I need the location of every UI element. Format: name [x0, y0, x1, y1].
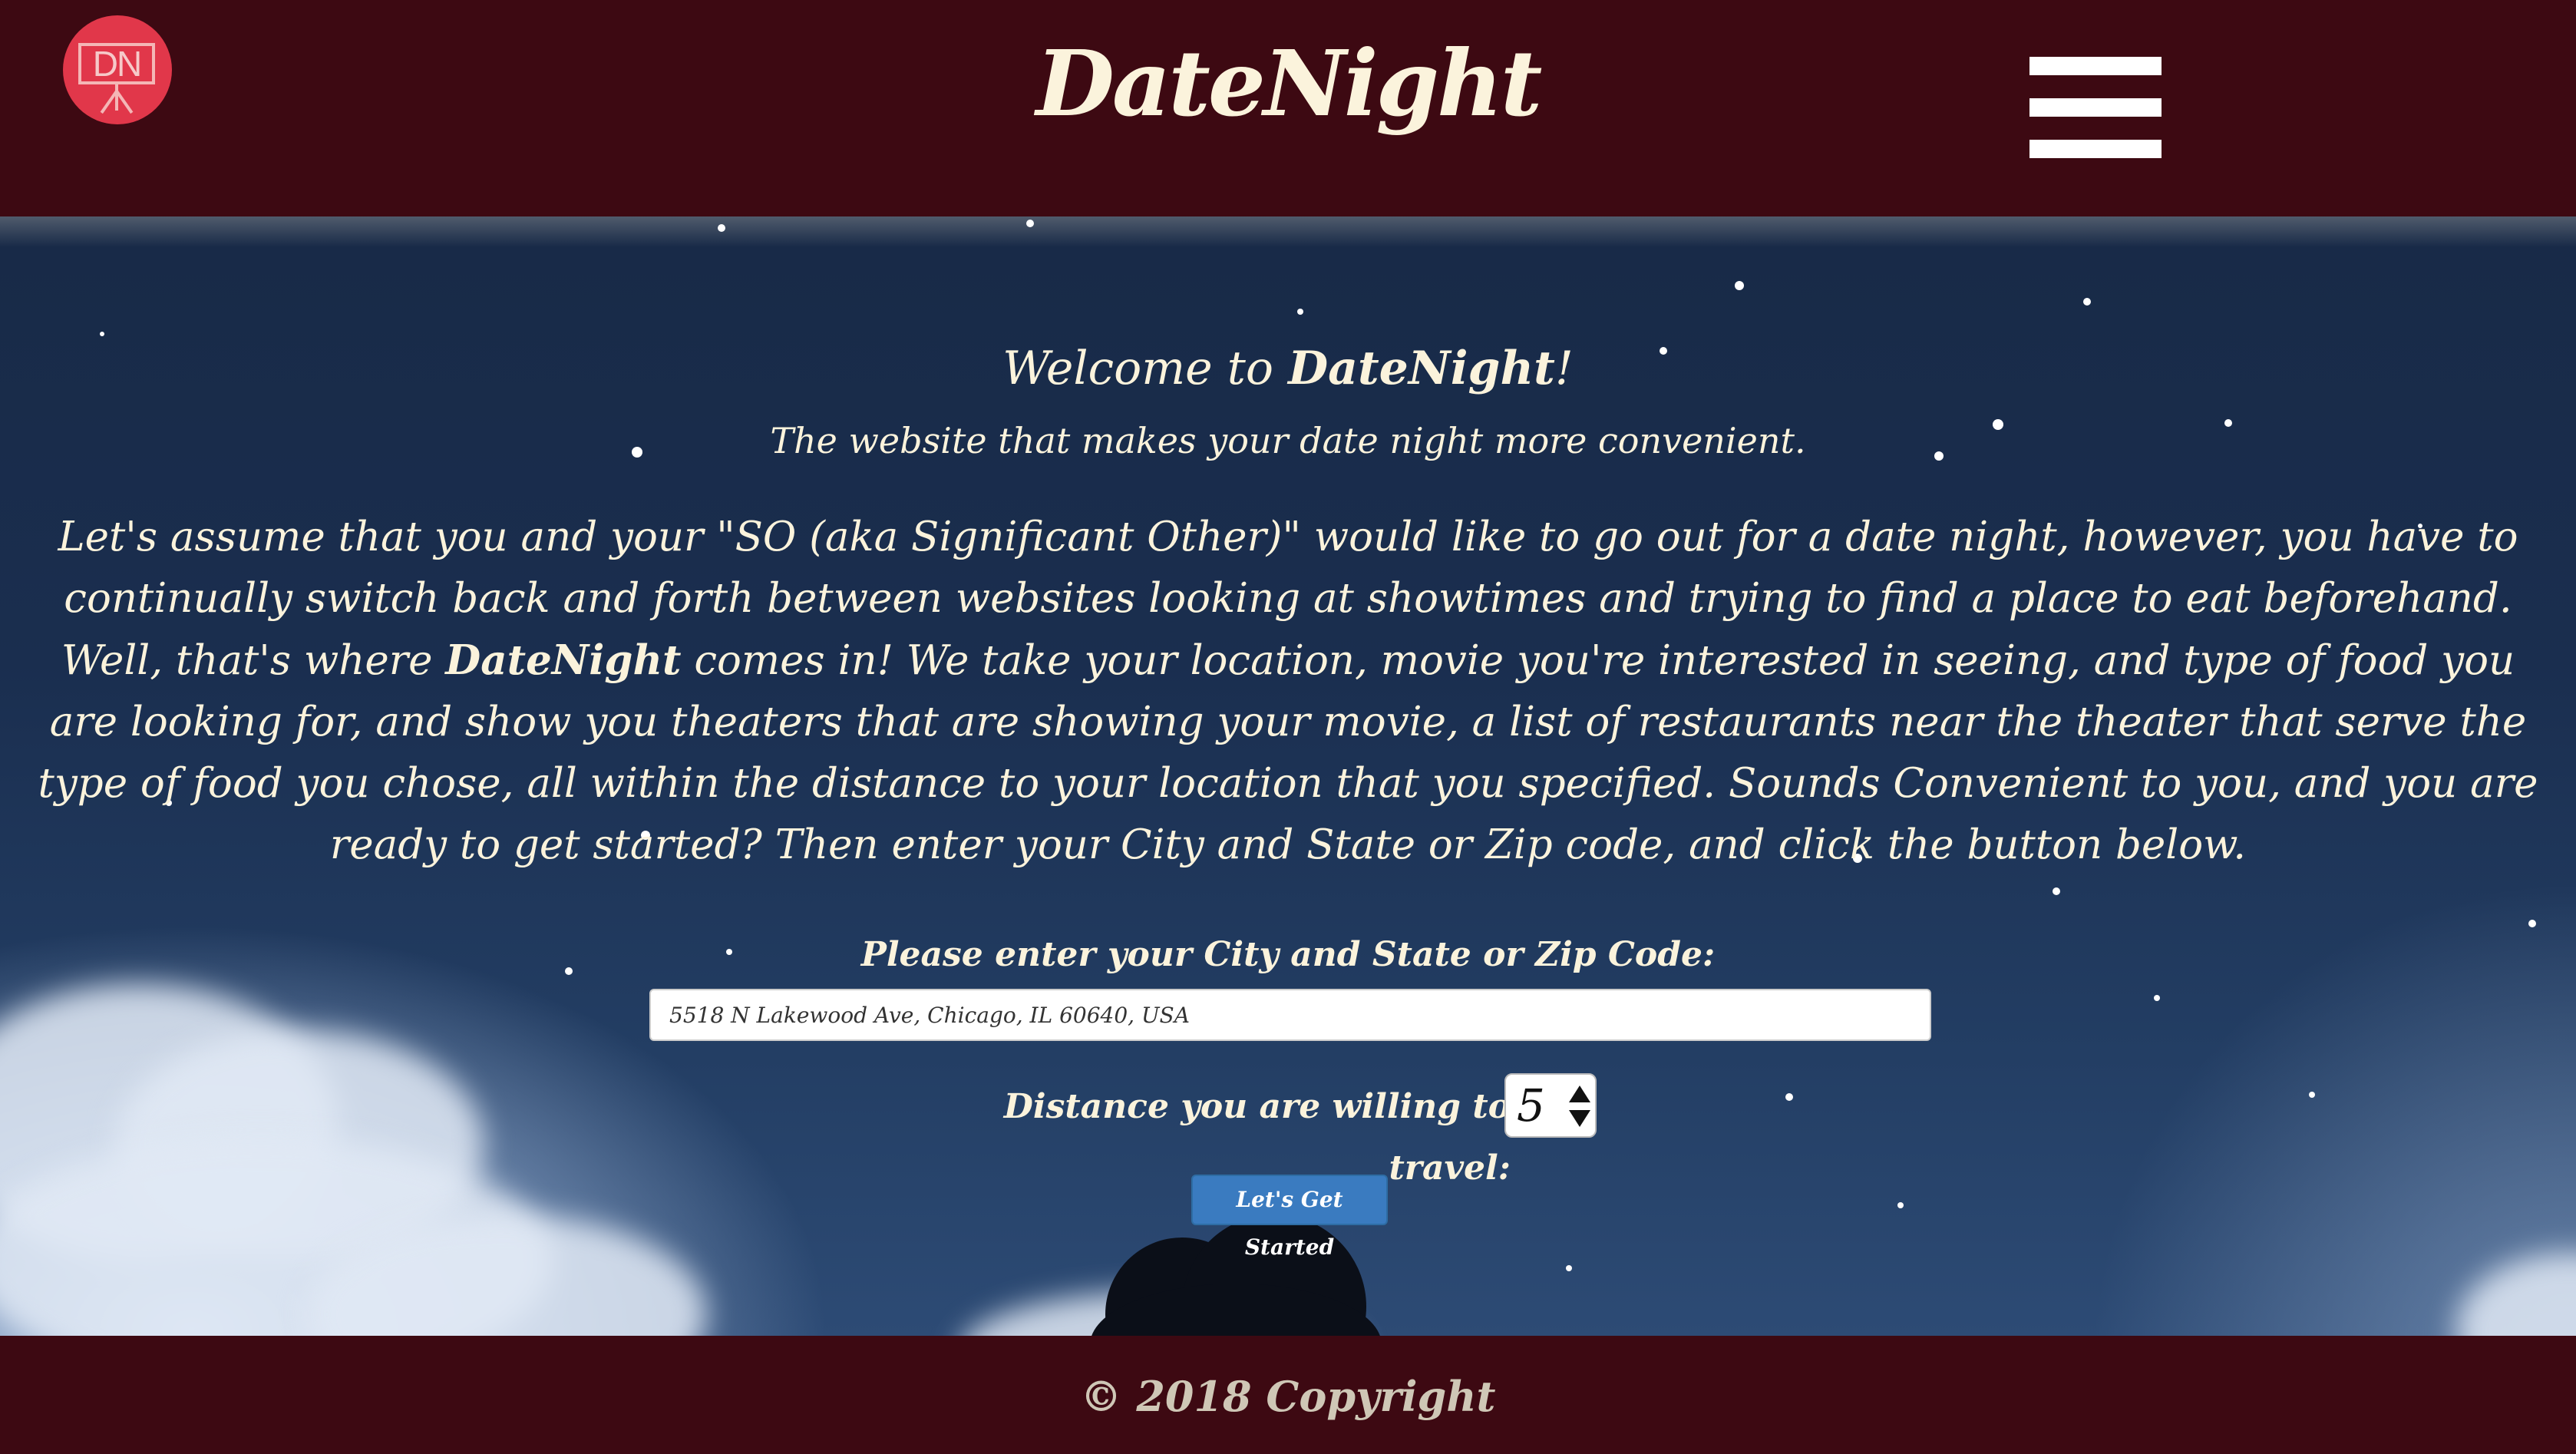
- distance-stepper[interactable]: 5: [1504, 1073, 1597, 1138]
- star: [2154, 995, 2160, 1001]
- star: [1735, 281, 1744, 290]
- copyright-text: © 2018 Copyright: [1080, 1372, 1496, 1421]
- star: [1026, 220, 1034, 227]
- location-input[interactable]: [649, 989, 1931, 1041]
- intro-paragraph: Let's assume that you and your "SO (aka …: [23, 507, 2553, 876]
- star: [1566, 1265, 1572, 1271]
- intro-brand: DateNight: [445, 636, 682, 684]
- star: [100, 332, 104, 336]
- tagline: The website that makes your date night m…: [770, 420, 1806, 461]
- distance-value: 5: [1517, 1079, 1545, 1132]
- stepper-arrows[interactable]: [1569, 1086, 1592, 1129]
- hamburger-menu-icon[interactable]: [2029, 55, 2162, 163]
- hero-top-shade: [0, 216, 2576, 247]
- star: [2053, 887, 2060, 895]
- star: [2083, 298, 2091, 306]
- star: [1897, 1202, 1904, 1208]
- stepper-up-icon[interactable]: [1569, 1086, 1590, 1102]
- site-title: DateNight: [1035, 30, 1543, 137]
- star: [2528, 920, 2536, 927]
- location-label: Please enter your City and State or Zip …: [860, 935, 1716, 974]
- get-started-button[interactable]: Let's Get Started: [1191, 1175, 1388, 1260]
- star: [2309, 1092, 2315, 1098]
- welcome-suffix: !: [1554, 342, 1574, 395]
- star: [718, 224, 725, 232]
- cloud: [2456, 1253, 2576, 1336]
- star: [1297, 309, 1303, 315]
- welcome-brand: DateNight: [1288, 342, 1555, 395]
- menu-bar: [2029, 98, 2162, 117]
- menu-bar: [2029, 57, 2162, 75]
- site-header: DN DateNight: [0, 0, 2576, 216]
- site-footer: © 2018 Copyright: [0, 1336, 2576, 1454]
- stepper-down-icon[interactable]: [1569, 1110, 1590, 1127]
- menu-bar: [2029, 140, 2162, 158]
- welcome-prefix: Welcome to: [1002, 342, 1289, 395]
- hero-background: Welcome to DateNight! The website that m…: [0, 216, 2576, 1336]
- welcome-heading: Welcome to DateNight!: [0, 338, 2576, 399]
- star: [1785, 1093, 1793, 1101]
